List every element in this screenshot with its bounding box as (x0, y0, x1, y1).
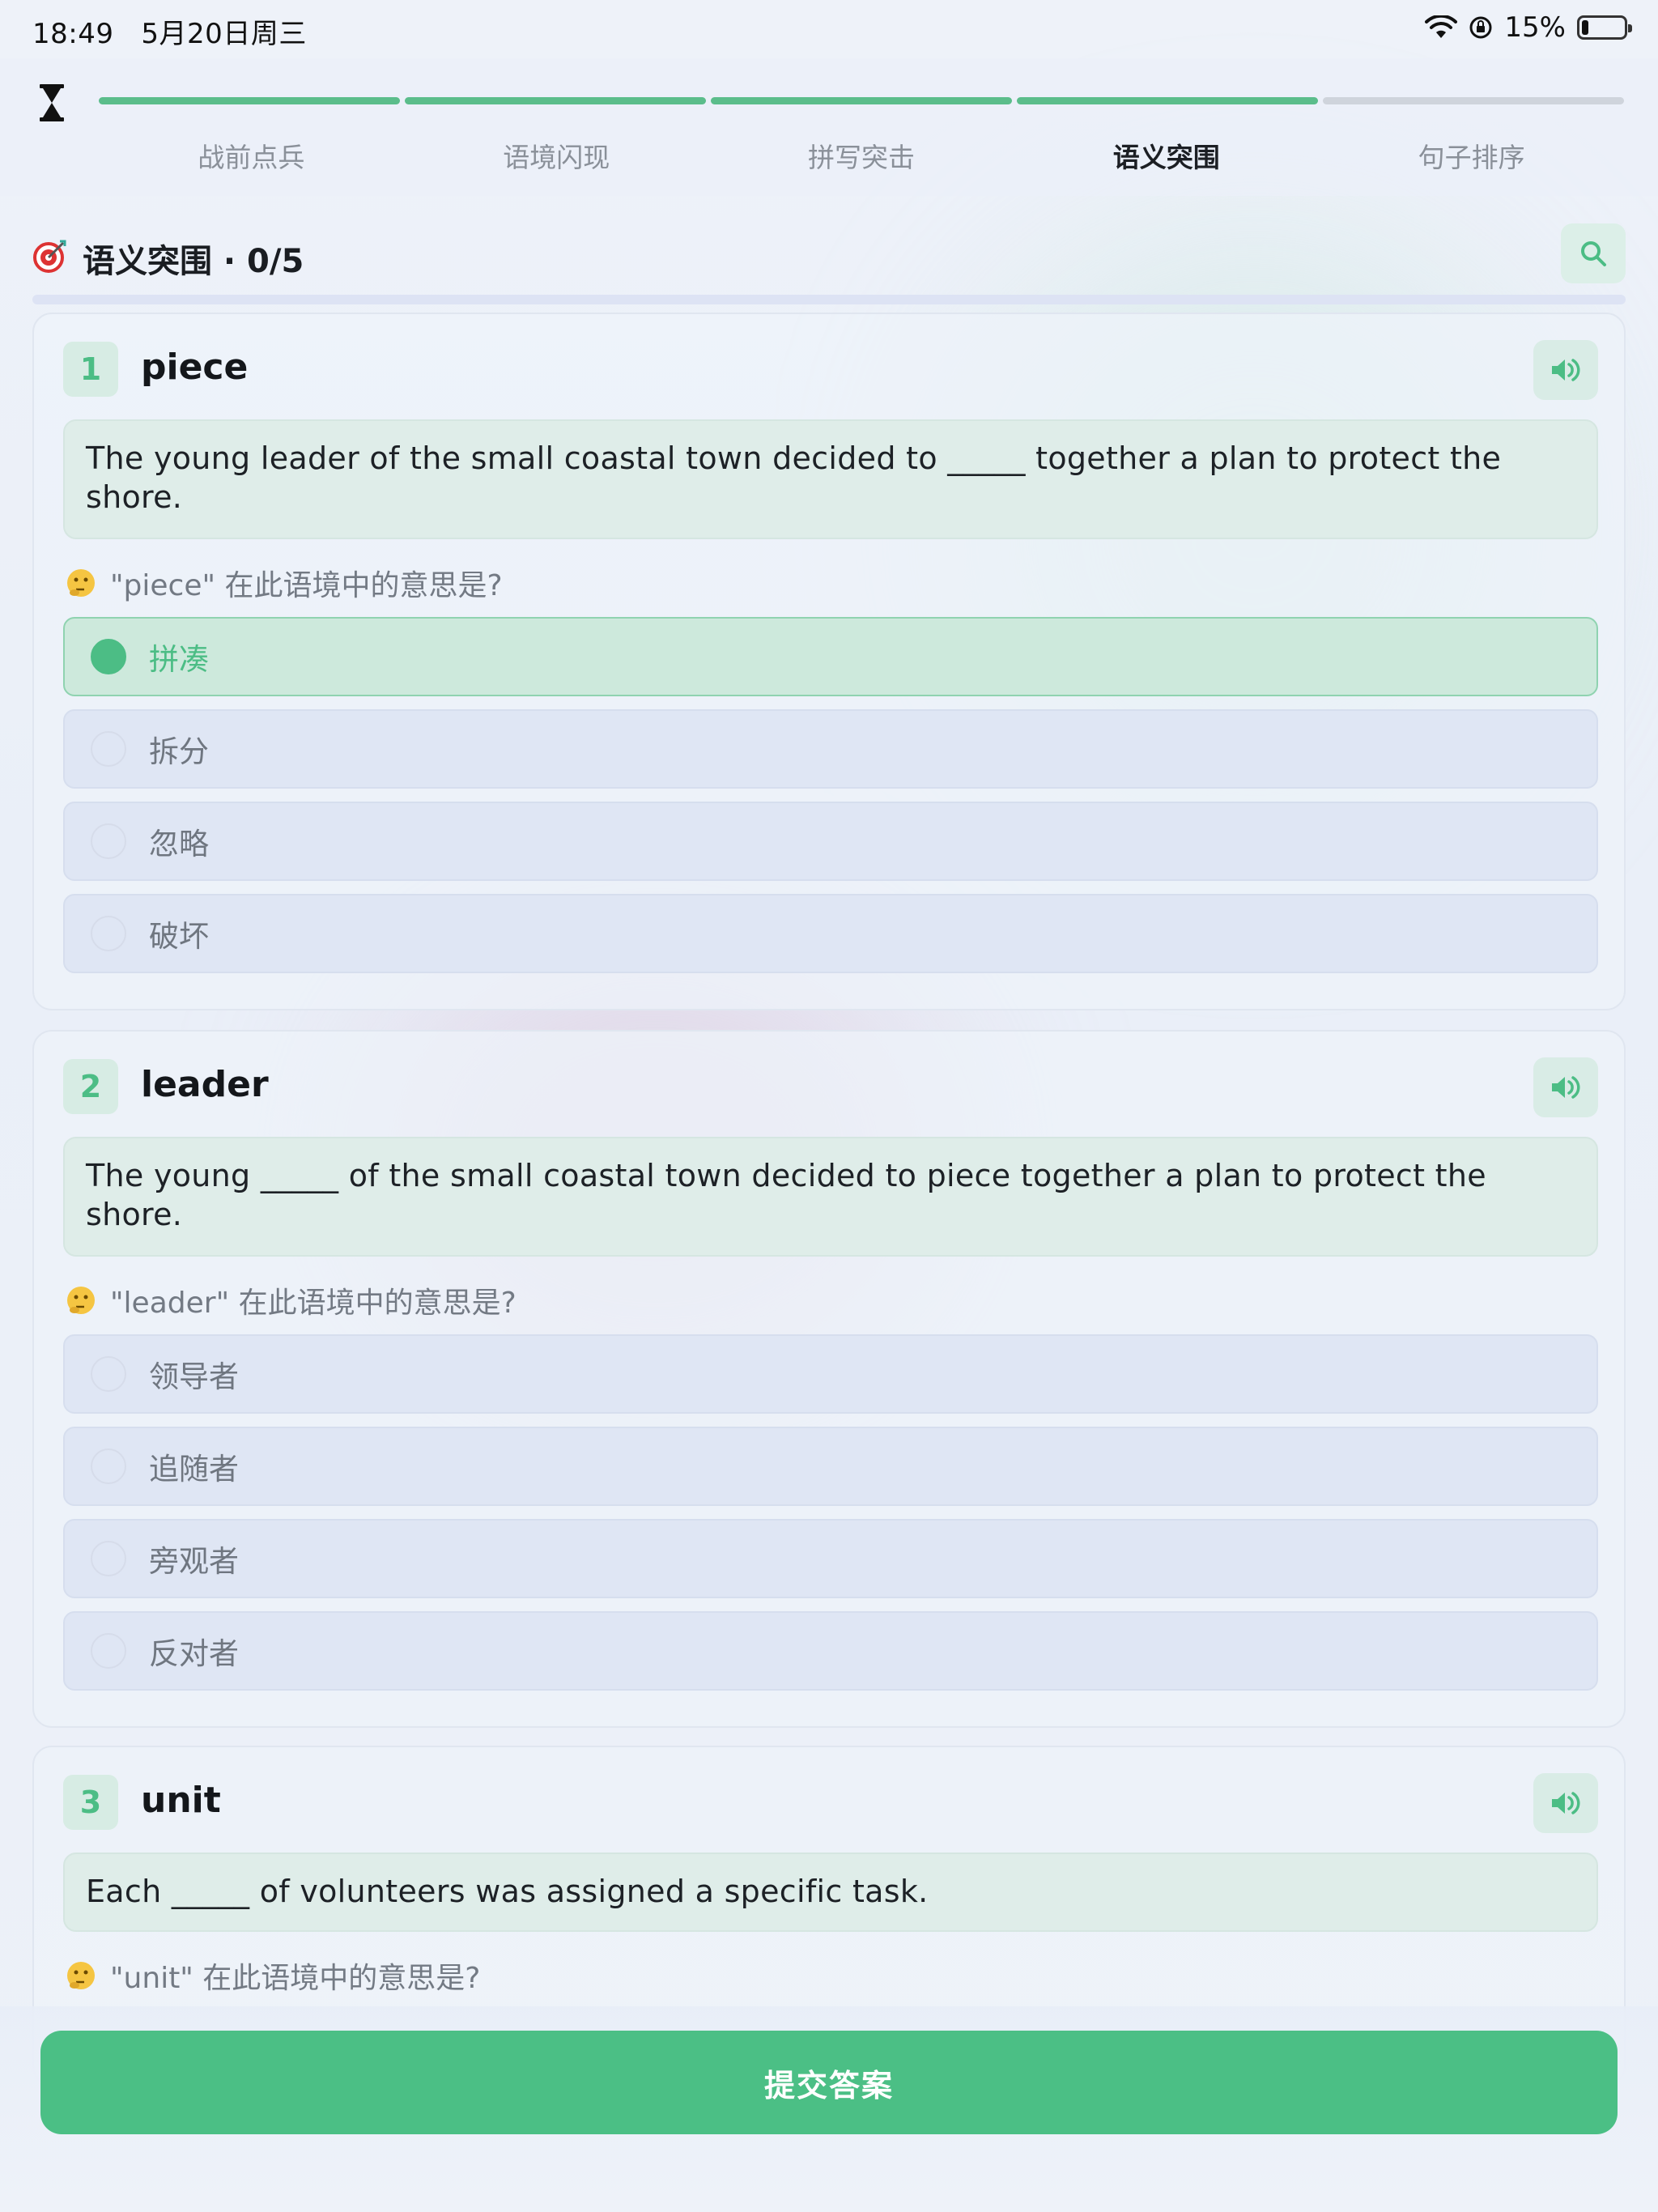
option-2-2[interactable]: 追随者 (63, 1427, 1598, 1506)
rotation-lock-icon (1469, 16, 1492, 39)
section-header: 语义突围 · 0/5 (32, 220, 1626, 285)
radio-button[interactable] (91, 1633, 126, 1669)
question-number: 1 (63, 342, 118, 397)
battery-icon (1577, 15, 1632, 40)
section-divider (32, 295, 1626, 304)
search-button[interactable] (1561, 223, 1626, 283)
wifi-icon (1425, 15, 1458, 38)
submit-button[interactable]: 提交答案 (40, 2031, 1618, 2134)
audio-button[interactable] (1533, 340, 1598, 400)
radio-button[interactable] (91, 916, 126, 951)
option-1-2[interactable]: 拆分 (63, 709, 1598, 789)
step-tab-1[interactable]: 战前点兵 (99, 136, 404, 175)
step-tab-3[interactable]: 拼写突击 (709, 136, 1014, 175)
progress-segment (405, 97, 706, 104)
question-number: 3 (63, 1775, 118, 1830)
status-date: 5月20日周三 (141, 18, 307, 50)
thinking-face-icon (67, 1287, 95, 1314)
question-number: 2 (63, 1059, 118, 1114)
step-labels: 战前点兵 语境闪现 拼写突击 语义突围 句子排序 (99, 136, 1624, 175)
question-card-2: 2 leader The young _____ of the small co… (32, 1030, 1626, 1728)
radio-button[interactable] (91, 1541, 126, 1576)
progress-segment (1017, 97, 1318, 104)
hourglass-icon[interactable] (37, 83, 66, 123)
search-icon (1581, 241, 1606, 266)
option-2-1[interactable]: 领导者 (63, 1334, 1598, 1414)
thinking-face-icon (67, 1962, 95, 1989)
option-label: 忽略 (149, 827, 209, 861)
radio-button[interactable] (91, 639, 126, 674)
question-card-1: 1 piece The young leader of the small co… (32, 313, 1626, 1010)
option-1-1[interactable]: 拼凑 (63, 617, 1598, 696)
option-label: 拼凑 (149, 642, 209, 677)
radio-button[interactable] (91, 1356, 126, 1392)
option-label: 追随者 (149, 1452, 239, 1487)
option-2-3[interactable]: 旁观者 (63, 1519, 1598, 1598)
progress-header: 战前点兵 语境闪现 拼写突击 语义突围 句子排序 (0, 58, 1658, 196)
question-word: leader (141, 1064, 269, 1105)
question-prompt: "piece" 在此语境中的意思是? (65, 562, 503, 604)
step-tab-2[interactable]: 语境闪现 (404, 136, 709, 175)
progress-segment (1323, 97, 1624, 104)
speaker-icon (1552, 1076, 1580, 1099)
step-tab-4[interactable]: 语义突围 (1014, 136, 1319, 175)
context-sentence: Each _____ of volunteers was assigned a … (63, 1853, 1598, 1932)
option-label: 反对者 (149, 1636, 239, 1671)
speaker-icon (1552, 1792, 1580, 1814)
audio-button[interactable] (1533, 1057, 1598, 1117)
question-prompt: "leader" 在此语境中的意思是? (65, 1279, 517, 1321)
option-1-4[interactable]: 破坏 (63, 894, 1598, 973)
speaker-icon (1552, 359, 1580, 381)
step-tab-5[interactable]: 句子排序 (1319, 136, 1624, 175)
question-prompt: "unit" 在此语境中的意思是? (65, 1955, 480, 1997)
progress-segment (99, 97, 400, 104)
bottom-bar: 提交答案 (0, 2006, 1658, 2212)
target-icon (33, 240, 66, 273)
option-label: 拆分 (149, 734, 209, 769)
question-word: piece (141, 347, 249, 388)
section-title: 语义突围 · 0/5 (83, 243, 304, 280)
context-sentence: The young leader of the small coastal to… (63, 419, 1598, 539)
option-2-4[interactable]: 反对者 (63, 1611, 1598, 1691)
option-1-3[interactable]: 忽略 (63, 802, 1598, 881)
progress-track (99, 97, 1624, 104)
question-word: unit (141, 1780, 221, 1821)
audio-button[interactable] (1533, 1773, 1598, 1833)
thinking-face-icon (67, 569, 95, 597)
status-bar: 18:49 5月20日周三 15% (0, 0, 1658, 58)
status-right: 15% (1425, 11, 1632, 44)
status-time: 18:49 5月20日周三 (32, 18, 307, 50)
option-label: 旁观者 (149, 1544, 239, 1579)
progress-segment (711, 97, 1012, 104)
radio-button[interactable] (91, 1448, 126, 1484)
option-label: 破坏 (149, 919, 209, 954)
context-sentence: The young _____ of the small coastal tow… (63, 1137, 1598, 1257)
radio-button[interactable] (91, 731, 126, 767)
option-label: 领导者 (149, 1359, 239, 1394)
battery-percent: 15% (1504, 11, 1566, 44)
radio-button[interactable] (91, 823, 126, 859)
